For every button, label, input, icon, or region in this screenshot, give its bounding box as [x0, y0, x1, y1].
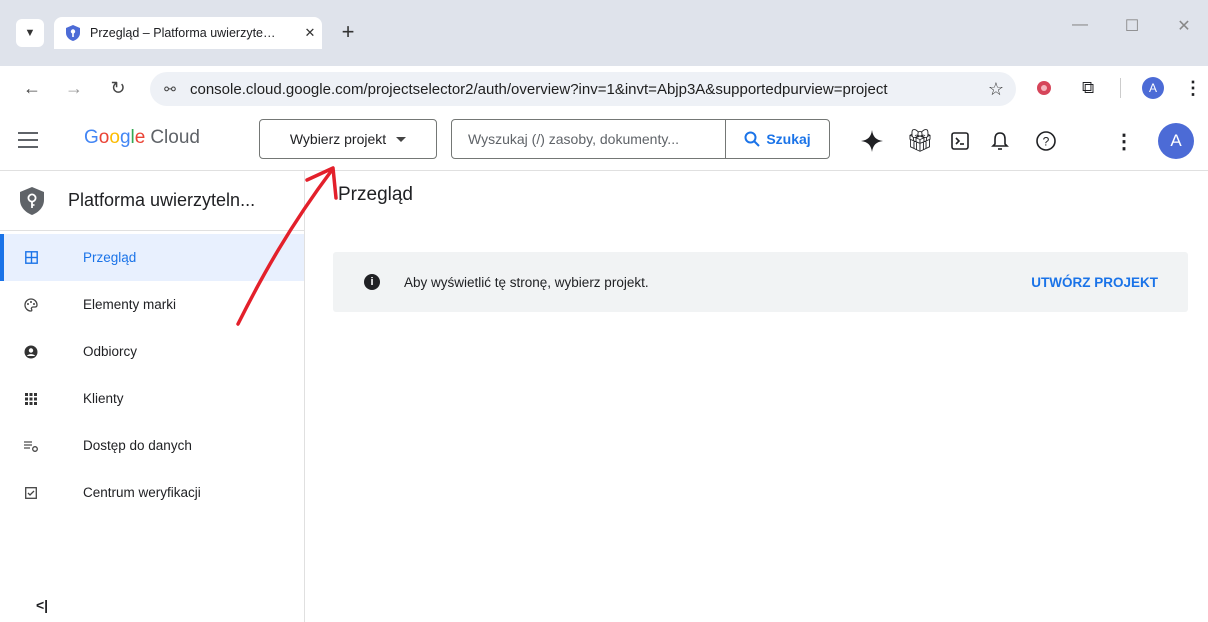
sidebar-item-overview[interactable]: Przegląd — [0, 234, 304, 281]
sidebar-item-verification-center[interactable]: Centrum weryfikacji — [0, 469, 304, 516]
notifications-bell-icon[interactable] — [984, 125, 1016, 157]
account-circle-icon — [22, 345, 40, 359]
browser-tab[interactable]: Przegląd – Platforma uwierzyte… ✕ — [54, 17, 322, 49]
sidebar-item-label: Centrum weryfikacji — [83, 485, 201, 500]
maximize-icon[interactable]: ☐ — [1108, 16, 1156, 36]
bookmark-star-icon[interactable]: ☆ — [976, 79, 1016, 100]
info-icon: i — [364, 274, 380, 290]
toolbar-divider — [1120, 78, 1121, 98]
search-icon — [744, 131, 761, 147]
reload-icon[interactable]: ↻ — [104, 74, 132, 102]
url-text: console.cloud.google.com/projectselector… — [190, 80, 888, 98]
extensions-puzzle-icon[interactable]: ⧉ — [1082, 74, 1094, 102]
sidebar-item-label: Przegląd — [83, 250, 137, 265]
account-avatar[interactable]: A — [1158, 123, 1194, 159]
forward-icon[interactable]: → — [60, 74, 88, 102]
more-options-icon[interactable]: ⋮ — [1108, 125, 1140, 157]
browser-toolbar: ← → ↻ ⚯ console.cloud.google.com/project… — [0, 66, 1208, 111]
cloud-shell-icon[interactable] — [944, 125, 976, 157]
back-icon[interactable]: ← — [18, 74, 46, 102]
svg-text:?: ? — [1043, 135, 1050, 149]
sidebar-item-data-access[interactable]: Dostęp do danych — [0, 422, 304, 469]
collapse-sidebar-icon[interactable]: <| — [36, 597, 48, 613]
hamburger-menu-icon[interactable] — [18, 132, 38, 148]
settings-list-icon — [22, 440, 40, 452]
gift-icon[interactable]: 🎁︎ — [904, 125, 936, 157]
profile-avatar[interactable]: A — [1142, 74, 1164, 102]
sidebar-item-audience[interactable]: Odbiorcy — [0, 328, 304, 375]
tab-close-icon[interactable]: ✕ — [298, 25, 322, 41]
page-title: Przegląd — [338, 184, 413, 205]
banner-message: Aby wyświetlić tę stronę, wybierz projek… — [404, 274, 649, 290]
browser-menu-icon[interactable]: ⋮ — [1184, 74, 1202, 102]
sidebar-item-label: Dostęp do danych — [83, 438, 192, 453]
dashboard-icon — [22, 251, 40, 264]
palette-icon — [22, 297, 40, 312]
shield-keyhole-icon — [20, 186, 44, 215]
site-info-icon[interactable]: ⚯ — [150, 81, 190, 98]
dropdown-caret-icon — [396, 136, 407, 142]
project-picker-label: Wybierz projekt — [289, 131, 387, 147]
create-project-button[interactable]: UTWÓRZ PROJEKT — [1031, 275, 1158, 290]
search-box[interactable]: Wyszukaj (/) zasoby, dokumenty... Szukaj — [451, 119, 830, 159]
info-banner: i Aby wyświetlić tę stronę, wybierz proj… — [333, 252, 1188, 312]
sidebar-product-header: Platforma uwierzyteln... — [0, 171, 304, 231]
product-sidebar: Platforma uwierzyteln... Przegląd Elemen… — [0, 171, 305, 622]
minimize-icon[interactable]: — — [1056, 16, 1104, 34]
checkbox-icon — [22, 486, 40, 499]
shield-favicon-icon — [66, 25, 80, 41]
search-button[interactable]: Szukaj — [725, 120, 829, 158]
browser-tab-strip: ▼ Przegląd – Platforma uwierzyte… ✕ + — … — [0, 0, 1208, 66]
search-input[interactable]: Wyszukaj (/) zasoby, dokumenty... — [452, 131, 725, 147]
tab-title: Przegląd – Platforma uwierzyte… — [90, 26, 276, 40]
cloud-console-header: Google Cloud Wybierz projekt Wyszukaj (/)… — [0, 111, 1208, 171]
sidebar-item-label: Odbiorcy — [83, 344, 138, 359]
new-tab-icon[interactable]: + — [334, 19, 362, 47]
apps-grid-icon — [22, 392, 40, 405]
tab-search-button[interactable]: ▼ — [16, 19, 44, 47]
google-cloud-logo[interactable]: Google Cloud — [84, 127, 200, 149]
close-window-icon[interactable]: ✕ — [1160, 16, 1208, 36]
sidebar-item-label: Elementy marki — [83, 297, 177, 312]
gemini-sparkle-icon[interactable] — [856, 125, 888, 157]
help-icon[interactable]: ? — [1030, 125, 1062, 157]
address-bar[interactable]: ⚯ console.cloud.google.com/projectselect… — [150, 72, 1016, 106]
sidebar-item-branding[interactable]: Elementy marki — [0, 281, 304, 328]
sidebar-item-clients[interactable]: Klienty — [0, 375, 304, 422]
sidebar-item-label: Klienty — [83, 391, 124, 406]
extension-icon[interactable] — [1036, 74, 1052, 102]
sidebar-product-name: Platforma uwierzyteln... — [68, 190, 256, 210]
project-picker-button[interactable]: Wybierz projekt — [259, 119, 437, 159]
